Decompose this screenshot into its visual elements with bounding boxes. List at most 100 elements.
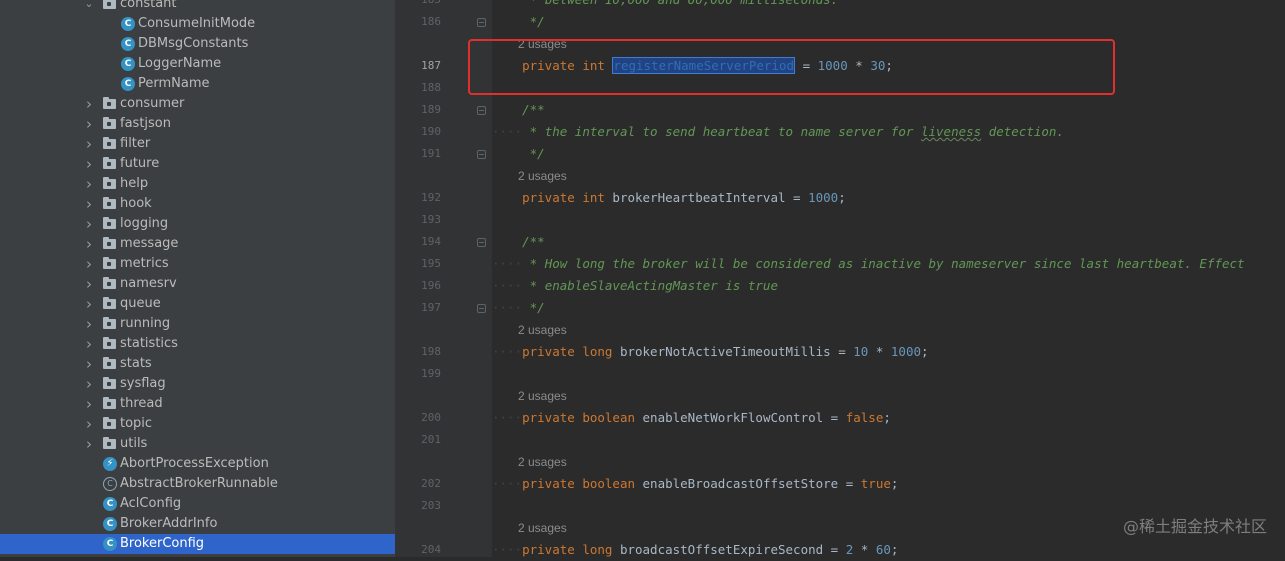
keyword-token: true xyxy=(860,476,891,491)
tree-item-label: AclConfig xyxy=(120,496,182,511)
chevron-right-icon[interactable]: › xyxy=(82,414,96,434)
tree-item-label: LoggerName xyxy=(138,56,222,71)
fold-toggle-icon[interactable] xyxy=(477,238,486,247)
line-number: 187 xyxy=(421,59,441,72)
tree-item-utils[interactable]: › utils xyxy=(0,434,395,454)
tree-item-stats[interactable]: › stats xyxy=(0,354,395,374)
chevron-right-icon[interactable]: › xyxy=(82,194,96,214)
tree-item-label: logging xyxy=(120,216,169,231)
fold-toggle-icon[interactable] xyxy=(477,18,486,27)
package-folder-icon xyxy=(103,197,117,211)
tree-item-filter[interactable]: › filter xyxy=(0,134,395,154)
code-token: * xyxy=(853,542,876,557)
usages-hint[interactable]: 2 usages xyxy=(518,319,567,341)
exception-class-icon: ⚡ xyxy=(103,457,117,471)
tree-item-dbmsgconstants[interactable]: C DBMsgConstants xyxy=(0,34,395,54)
highlight-box xyxy=(468,39,1115,95)
tree-item-label: stats xyxy=(120,356,152,371)
tree-item-loggername[interactable]: C LoggerName xyxy=(0,54,395,74)
tree-item-hook[interactable]: › hook xyxy=(0,194,395,214)
tree-item-abortprocessexception[interactable]: ⚡ AbortProcessException xyxy=(0,454,395,474)
tree-item-label: constant xyxy=(120,0,177,11)
keyword-token: private long xyxy=(522,344,620,359)
doc-comment-text: /** xyxy=(522,102,545,117)
chevron-right-icon[interactable]: › xyxy=(82,94,96,114)
tree-item-label: ConsumeInitMode xyxy=(138,16,256,31)
chevron-right-icon[interactable]: › xyxy=(82,254,96,274)
code-line: ····private boolean enableNetWorkFlowCon… xyxy=(492,407,891,429)
class-icon: C xyxy=(121,37,135,51)
keyword-token: private boolean xyxy=(522,476,643,491)
chevron-right-icon[interactable]: › xyxy=(82,114,96,134)
tree-item-aclconfig[interactable]: C AclConfig xyxy=(0,494,395,514)
tree-item-running[interactable]: › running xyxy=(0,314,395,334)
doc-comment-line: /** xyxy=(492,231,545,253)
doc-comment-text: * the interval to send heartbeat to name… xyxy=(529,124,921,139)
number-token: 60 xyxy=(875,542,891,557)
tree-item-namesrv[interactable]: › namesrv xyxy=(0,274,395,294)
tree-item-label: AbortProcessException xyxy=(120,456,269,471)
tree-item-brokeraddrinfo[interactable]: C BrokerAddrInfo xyxy=(0,514,395,534)
line-number: 190 xyxy=(421,125,441,138)
tree-item-label: DBMsgConstants xyxy=(138,36,249,51)
chevron-right-icon[interactable]: › xyxy=(82,394,96,414)
chevron-right-icon[interactable]: › xyxy=(82,374,96,394)
fold-toggle-icon[interactable] xyxy=(477,106,486,115)
tree-item-brokerconfig[interactable]: C BrokerConfig xyxy=(0,534,395,554)
project-tree-rows: ⌄ constant C ConsumeInitMode C DBMsgConstants… xyxy=(0,0,395,554)
chevron-right-icon[interactable]: › xyxy=(82,214,96,234)
code-token: enableBroadcastOffsetStore = xyxy=(642,476,861,491)
chevron-right-icon[interactable]: › xyxy=(82,274,96,294)
chevron-right-icon[interactable]: › xyxy=(82,334,96,354)
tree-item-consumer[interactable]: › consumer xyxy=(0,94,395,114)
chevron-right-icon[interactable]: › xyxy=(82,154,96,174)
doc-comment-line: ···· * the interval to send heartbeat to… xyxy=(492,121,1064,143)
line-number: 196 xyxy=(421,279,441,292)
tree-item-consumeinitmode[interactable]: C ConsumeInitMode xyxy=(0,14,395,34)
tree-item-fastjson[interactable]: › fastjson xyxy=(0,114,395,134)
tree-item-label: future xyxy=(120,156,160,171)
usages-hint[interactable]: 2 usages xyxy=(518,385,567,407)
chevron-right-icon[interactable]: › xyxy=(82,354,96,374)
package-folder-icon xyxy=(103,437,117,451)
panel-divider[interactable] xyxy=(395,0,407,557)
tree-item-abstractbrokerrunnable[interactable]: C AbstractBrokerRunnable xyxy=(0,474,395,494)
chevron-right-icon[interactable]: › xyxy=(82,174,96,194)
chevron-right-icon[interactable]: › xyxy=(82,314,96,334)
tree-item-permname[interactable]: C PermName xyxy=(0,74,395,94)
line-number: 192 xyxy=(421,191,441,204)
code-token: ; xyxy=(838,190,846,205)
chevron-right-icon[interactable]: › xyxy=(82,134,96,154)
tree-item-message[interactable]: › message xyxy=(0,234,395,254)
package-folder-icon xyxy=(103,277,117,291)
tree-item-future[interactable]: › future xyxy=(0,154,395,174)
tree-item-thread[interactable]: › thread xyxy=(0,394,395,414)
tree-item-constant[interactable]: ⌄ constant xyxy=(0,0,395,14)
fold-toggle-icon[interactable] xyxy=(477,150,486,159)
tree-item-statistics[interactable]: › statistics xyxy=(0,334,395,354)
chevron-down-icon[interactable]: ⌄ xyxy=(82,0,96,14)
tree-item-sysflag[interactable]: › sysflag xyxy=(0,374,395,394)
line-number: 204 xyxy=(421,543,441,556)
tree-item-queue[interactable]: › queue xyxy=(0,294,395,314)
class-icon: C xyxy=(103,497,117,511)
line-number: 186 xyxy=(421,15,441,28)
indent-guide xyxy=(492,234,522,249)
chevron-right-icon[interactable]: › xyxy=(82,234,96,254)
keyword-token: private boolean xyxy=(522,410,643,425)
line-number: 198 xyxy=(421,345,441,358)
tree-item-label: filter xyxy=(120,136,151,151)
tree-item-logging[interactable]: › logging xyxy=(0,214,395,234)
chevron-right-icon[interactable]: › xyxy=(82,434,96,454)
usages-hint[interactable]: 2 usages xyxy=(518,517,567,539)
spelling-warning-word[interactable]: liveness xyxy=(921,124,981,139)
tree-item-metrics[interactable]: › metrics xyxy=(0,254,395,274)
usages-hint[interactable]: 2 usages xyxy=(518,165,567,187)
tree-item-topic[interactable]: › topic xyxy=(0,414,395,434)
tree-item-label: help xyxy=(120,176,149,191)
fold-toggle-icon[interactable] xyxy=(477,304,486,313)
usages-hint[interactable]: 2 usages xyxy=(518,451,567,473)
package-folder-icon xyxy=(103,377,117,391)
tree-item-help[interactable]: › help xyxy=(0,174,395,194)
chevron-right-icon[interactable]: › xyxy=(82,294,96,314)
